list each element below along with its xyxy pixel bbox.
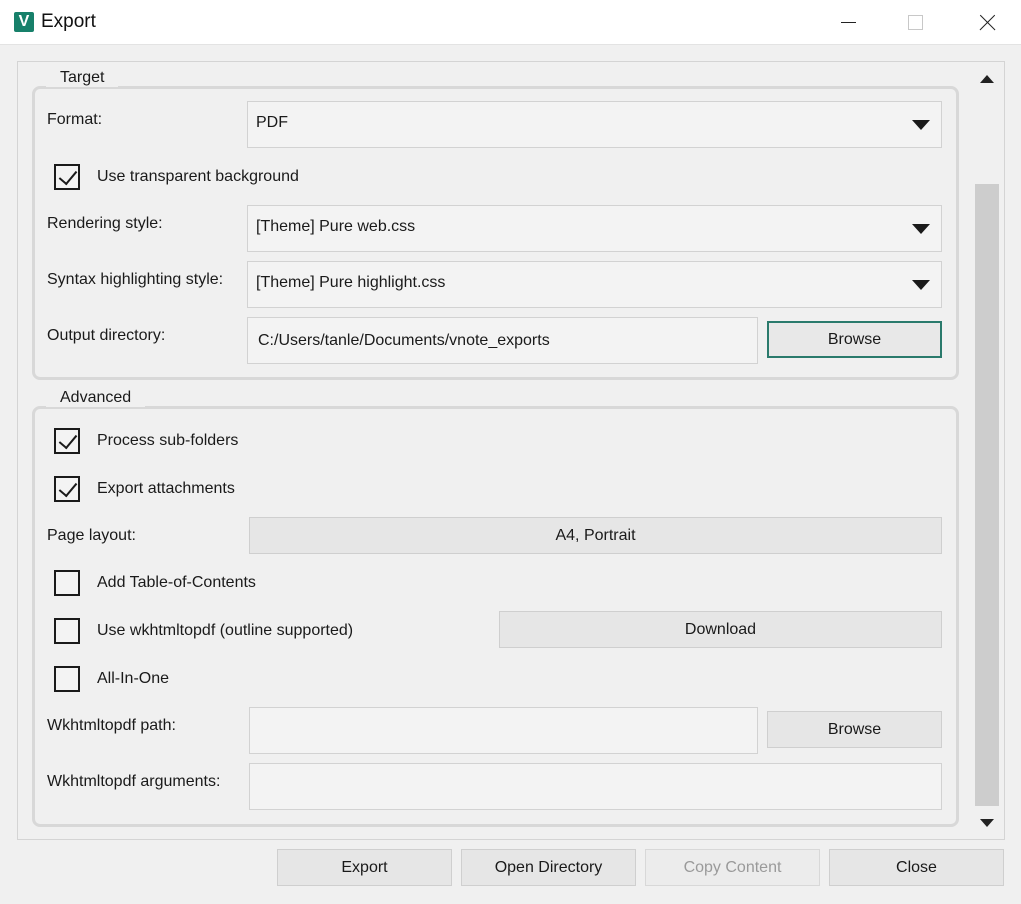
format-label: Format: — [47, 111, 103, 128]
format-value: PDF — [256, 114, 288, 131]
chevron-down-icon — [912, 120, 930, 130]
add-toc-checkbox[interactable] — [54, 570, 80, 596]
copy-content-button[interactable]: Copy Content — [645, 849, 820, 886]
use-wkhtmltopdf-checkbox[interactable] — [54, 618, 80, 644]
advanced-group-title: Advanced — [46, 389, 146, 407]
use-wkhtmltopdf-label: Use wkhtmltopdf (outline supported) — [97, 622, 354, 639]
chevron-down-icon — [912, 280, 930, 290]
process-subfolders-checkbox[interactable] — [54, 428, 80, 454]
rendering-style-label: Rendering style: — [47, 215, 163, 232]
wkhtmltopdf-path-label: Wkhtmltopdf path: — [47, 717, 176, 734]
export-attachments-checkbox[interactable] — [54, 476, 80, 502]
open-directory-button[interactable]: Open Directory — [461, 849, 636, 886]
output-directory-label: Output directory: — [47, 327, 166, 344]
output-directory-browse-button[interactable]: Browse — [767, 321, 942, 358]
target-group-title: Target — [46, 69, 119, 87]
wkhtmltopdf-arguments-input[interactable] — [250, 764, 941, 809]
syntax-style-dropdown[interactable]: [Theme] Pure highlight.css — [247, 261, 942, 308]
output-directory-field-wrapper — [247, 317, 758, 364]
wkhtmltopdf-browse-button[interactable]: Browse — [767, 711, 942, 748]
wkhtmltopdf-arguments-field-wrapper — [249, 763, 942, 810]
download-wkhtmltopdf-button[interactable]: Download — [499, 611, 942, 648]
format-dropdown[interactable]: PDF — [247, 101, 942, 148]
syntax-style-label: Syntax highlighting style: — [47, 271, 224, 288]
rendering-style-value: [Theme] Pure web.css — [256, 218, 416, 235]
all-in-one-label: All-In-One — [97, 670, 170, 687]
chevron-down-icon — [912, 224, 930, 234]
title-bar: V Export — [0, 0, 1021, 45]
wkhtmltopdf-path-input[interactable] — [250, 708, 757, 753]
vnote-logo-icon: V — [14, 12, 34, 32]
wkhtmltopdf-arguments-label: Wkhtmltopdf arguments: — [47, 773, 221, 790]
export-attachments-label: Export attachments — [97, 480, 235, 497]
scroll-up-arrow-icon[interactable] — [980, 75, 994, 83]
transparent-background-label: Use transparent background — [97, 168, 299, 185]
vertical-scrollbar[interactable] — [974, 61, 1000, 840]
transparent-background-checkbox[interactable] — [54, 164, 80, 190]
process-subfolders-label: Process sub-folders — [97, 432, 239, 449]
scroll-down-arrow-icon[interactable] — [980, 819, 994, 827]
window-title: Export — [41, 11, 96, 32]
add-toc-label: Add Table-of-Contents — [97, 574, 256, 591]
page-layout-button[interactable]: A4, Portrait — [249, 517, 942, 554]
wkhtmltopdf-path-field-wrapper — [249, 707, 758, 754]
output-directory-input[interactable] — [248, 318, 757, 363]
maximize-icon[interactable] — [892, 0, 938, 45]
syntax-style-value: [Theme] Pure highlight.css — [256, 274, 446, 291]
rendering-style-dropdown[interactable]: [Theme] Pure web.css — [247, 205, 942, 252]
all-in-one-checkbox[interactable] — [54, 666, 80, 692]
close-window-icon[interactable] — [963, 0, 1009, 45]
scrollbar-thumb[interactable] — [975, 184, 999, 806]
page-layout-label: Page layout: — [47, 527, 136, 544]
close-button[interactable]: Close — [829, 849, 1004, 886]
minimize-icon[interactable] — [825, 0, 871, 45]
export-button[interactable]: Export — [277, 849, 452, 886]
